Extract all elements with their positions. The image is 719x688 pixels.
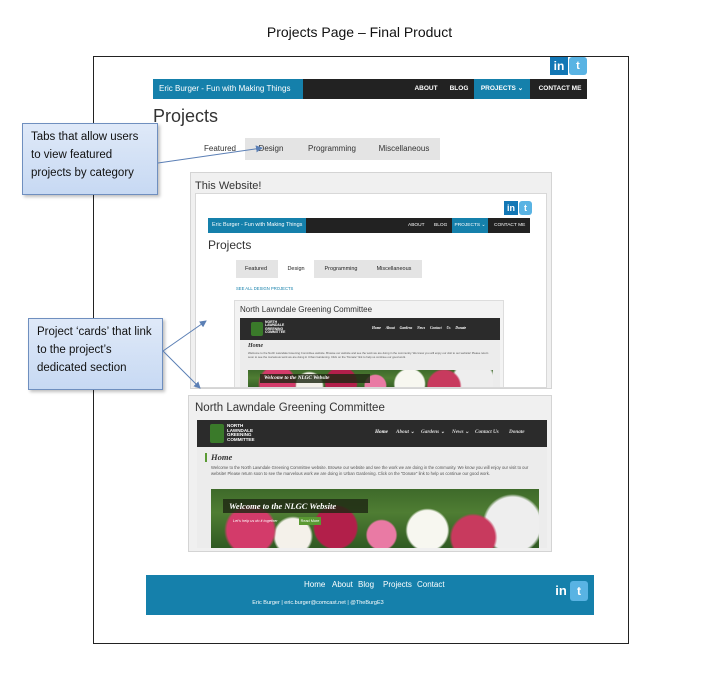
site-footer: Home About Blog Projects Contact Eric Bu…	[146, 575, 594, 615]
twitter-icon[interactable]: t	[570, 581, 588, 601]
footer-link-contact[interactable]: Contact	[417, 580, 445, 589]
arrow-to-card2	[162, 350, 201, 389]
footer-link-about[interactable]: About	[332, 580, 353, 589]
footer-link-home[interactable]: Home	[304, 580, 325, 589]
arrow-to-tabs	[157, 145, 263, 164]
arrow-to-card1	[162, 320, 207, 352]
footer-contact: Eric Burger | eric.burger@comcast.net | …	[252, 600, 384, 606]
footer-link-projects[interactable]: Projects	[383, 580, 412, 589]
linkedin-icon[interactable]: in	[552, 581, 570, 601]
footer-link-blog[interactable]: Blog	[358, 580, 374, 589]
